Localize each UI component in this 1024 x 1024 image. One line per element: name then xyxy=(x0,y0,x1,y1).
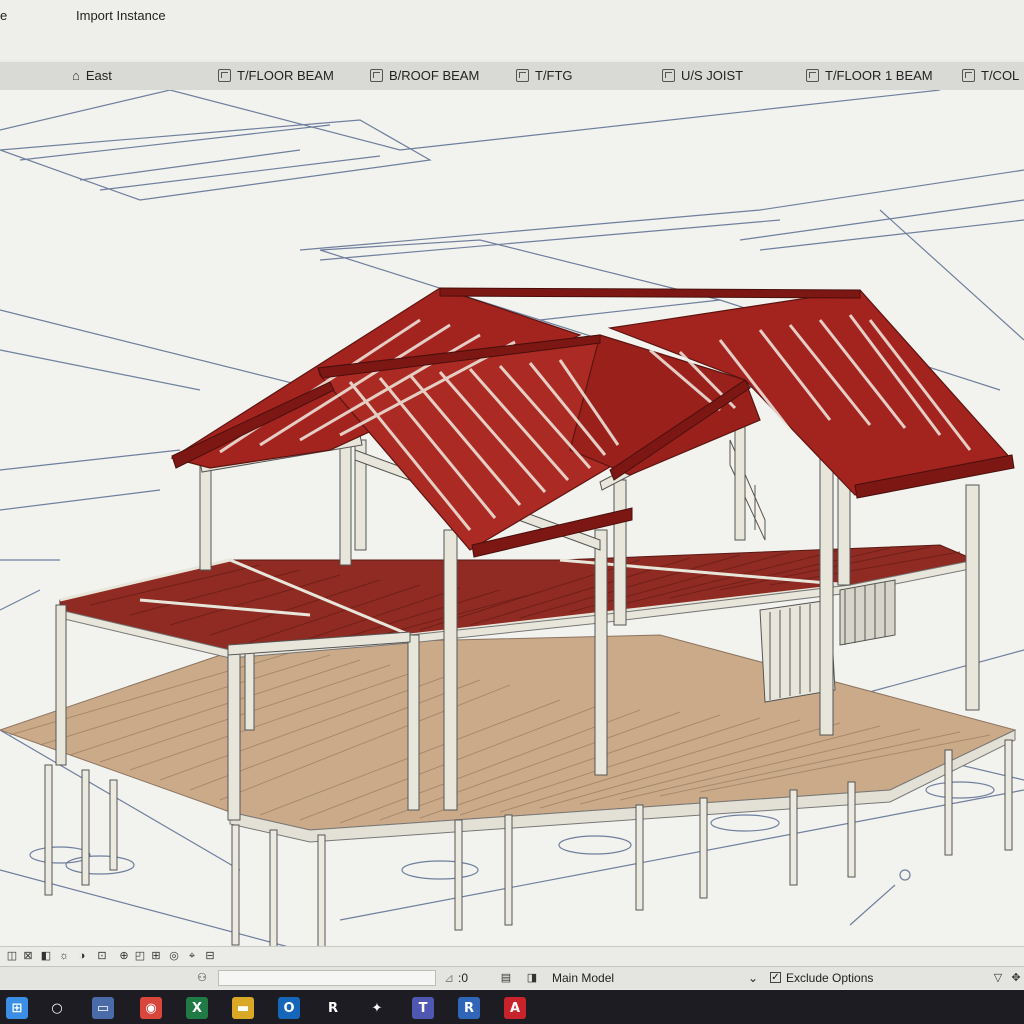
crop-view-icon[interactable]: ⊕ xyxy=(118,950,130,962)
sun-path-icon[interactable]: ☼ xyxy=(58,950,70,962)
view-icon xyxy=(806,69,819,82)
outlook-icon[interactable]: O xyxy=(278,997,300,1019)
autodesk-app-icon[interactable]: ✦ xyxy=(366,997,388,1019)
tab-label: East xyxy=(85,68,112,83)
home-icon: ⌂ xyxy=(72,68,80,83)
roof xyxy=(170,287,1015,558)
status-bar: ⚇ ⊿ :0 ▤ ◨ Main Model ⌄ ✓ Exclude Option… xyxy=(0,966,1024,989)
exclude-options-label: Exclude Options xyxy=(786,971,874,985)
view-icon xyxy=(516,69,529,82)
tab-t-floor-1-beam[interactable]: T/FLOOR 1 BEAM xyxy=(806,68,933,83)
filter-count: :0 xyxy=(458,971,469,985)
tab-label: U/S JOIST xyxy=(681,68,744,83)
selection-filter-icon[interactable]: ▽ xyxy=(992,972,1004,984)
filter-icon[interactable]: ⊿ xyxy=(444,971,454,985)
chevron-down-icon[interactable]: ⌄ xyxy=(748,971,758,985)
design-options-icon[interactable]: ◨ xyxy=(526,972,538,984)
detail-level-icon[interactable]: ⊠ xyxy=(22,950,34,962)
hide-isolate-icon[interactable]: ◎ xyxy=(168,950,180,962)
view-control-bar: ◫ ⊠ ◧ ☼ ◑ ⊡ ⊕ ◰ ⊞ ◎ ⌖ ⊟ xyxy=(0,946,1024,967)
shadows-icon[interactable]: ◑ xyxy=(76,950,88,962)
tab-u-s-joist[interactable]: U/S JOIST xyxy=(662,68,743,83)
view-icon xyxy=(370,69,383,82)
teams-icon[interactable]: T xyxy=(412,997,434,1019)
tab-t-ftg[interactable]: T/FTG xyxy=(516,68,573,83)
reveal-hidden-icon[interactable]: ⌖ xyxy=(186,950,198,962)
model-3d-view[interactable] xyxy=(0,90,1024,958)
design-option-select[interactable]: Main Model xyxy=(552,971,614,985)
autocad-icon[interactable]: A xyxy=(504,997,526,1019)
tab-label: T/FLOOR 1 BEAM xyxy=(825,68,933,83)
tab-label: T/FLOOR BEAM xyxy=(237,68,334,83)
visual-style-icon[interactable]: ◧ xyxy=(40,950,52,962)
exclude-options-checkbox[interactable]: ✓ xyxy=(770,972,781,983)
analytical-model-icon[interactable]: ⊟ xyxy=(204,950,216,962)
windows-start-icon[interactable]: ⊞ xyxy=(6,997,28,1019)
search-icon[interactable]: ○ xyxy=(46,997,68,1019)
tab-label: T/COL xyxy=(981,68,1020,83)
view-tabs-bar: ⌂ East T/FLOOR BEAM B/ROOF BEAM T/FTG U/… xyxy=(0,62,1024,91)
task-view-icon[interactable]: ▭ xyxy=(92,997,114,1019)
ribbon-top-bar: e Import Instance xyxy=(0,0,1024,60)
tab-label: T/FTG xyxy=(535,68,573,83)
editable-only-icon[interactable]: ▤ xyxy=(500,972,512,984)
ribbon-fragment: e xyxy=(0,8,8,23)
import-instance-label[interactable]: Import Instance xyxy=(76,8,166,23)
view-icon xyxy=(662,69,675,82)
view-icon xyxy=(962,69,975,82)
workset-field[interactable] xyxy=(218,970,436,986)
render-icon[interactable]: ⊡ xyxy=(96,950,108,962)
file-explorer-icon[interactable]: ▬ xyxy=(232,997,254,1019)
recap-icon[interactable]: R xyxy=(322,997,344,1019)
tab-b-roof-beam[interactable]: B/ROOF BEAM xyxy=(370,68,479,83)
tab-east[interactable]: ⌂ East xyxy=(72,68,112,83)
tab-t-col[interactable]: T/COL xyxy=(962,68,1019,83)
model-viewport[interactable] xyxy=(0,90,1024,958)
lower-deck xyxy=(0,634,1017,843)
windows-taskbar: ⊞ ○ ▭ ◉ X ▬ O R ✦ T R A xyxy=(0,990,1024,1024)
view-icon xyxy=(218,69,231,82)
show-crop-icon[interactable]: ◰ xyxy=(134,950,146,962)
workset-icon[interactable]: ⚇ xyxy=(196,972,208,984)
tab-t-floor-beam[interactable]: T/FLOOR BEAM xyxy=(218,68,334,83)
tab-label: B/ROOF BEAM xyxy=(389,68,480,83)
drag-elements-icon[interactable]: ✥ xyxy=(1010,972,1022,984)
revit-icon[interactable]: R xyxy=(458,997,480,1019)
lock-view-icon[interactable]: ⊞ xyxy=(150,950,162,962)
chrome-icon[interactable]: ◉ xyxy=(140,997,162,1019)
excel-icon[interactable]: X xyxy=(186,997,208,1019)
scale-icon[interactable]: ◫ xyxy=(6,950,18,962)
